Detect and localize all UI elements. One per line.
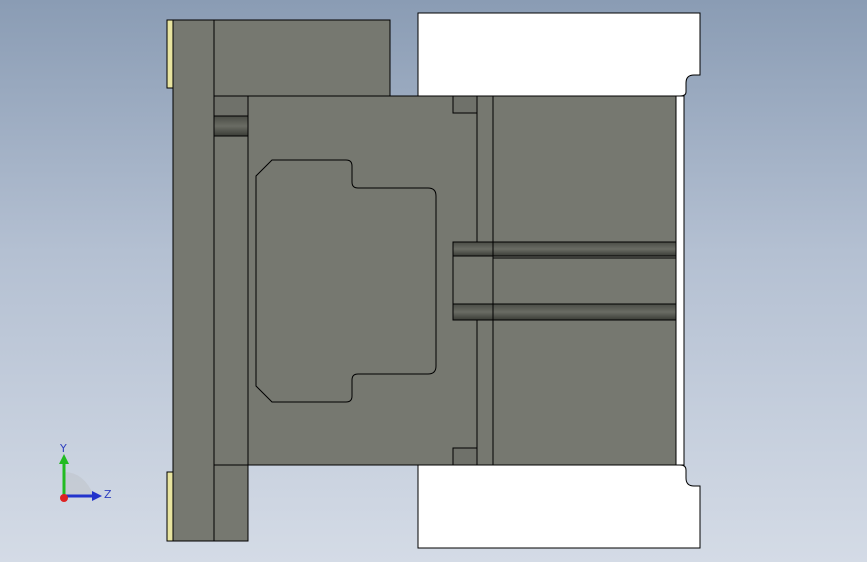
orientation-triad: Y Z	[59, 442, 112, 502]
lower-foot	[213, 464, 249, 542]
cad-viewport[interactable]	[0, 0, 867, 562]
z-axis-arrow	[92, 491, 102, 501]
inner-notch-top	[213, 95, 249, 117]
terminal-cover-top	[417, 12, 701, 97]
slot-upper-band	[452, 241, 677, 257]
part-model[interactable]	[166, 12, 701, 549]
z-axis-label: Z	[104, 488, 112, 501]
x-axis-dot	[60, 494, 68, 502]
right-edge-strip	[675, 95, 685, 466]
inner-notch-shade	[213, 115, 249, 137]
triad-shade	[64, 472, 94, 496]
label-recess	[255, 159, 437, 403]
divider-block-top	[452, 95, 478, 114]
terminal-cover-bottom	[417, 464, 701, 549]
upper-block	[213, 19, 391, 97]
mount-column	[172, 19, 215, 542]
y-axis-arrow	[59, 454, 69, 464]
y-axis-label: Y	[59, 442, 67, 455]
divider-block-bottom	[452, 447, 478, 466]
slot-lower-band	[452, 303, 677, 321]
slot-channel	[452, 255, 677, 305]
